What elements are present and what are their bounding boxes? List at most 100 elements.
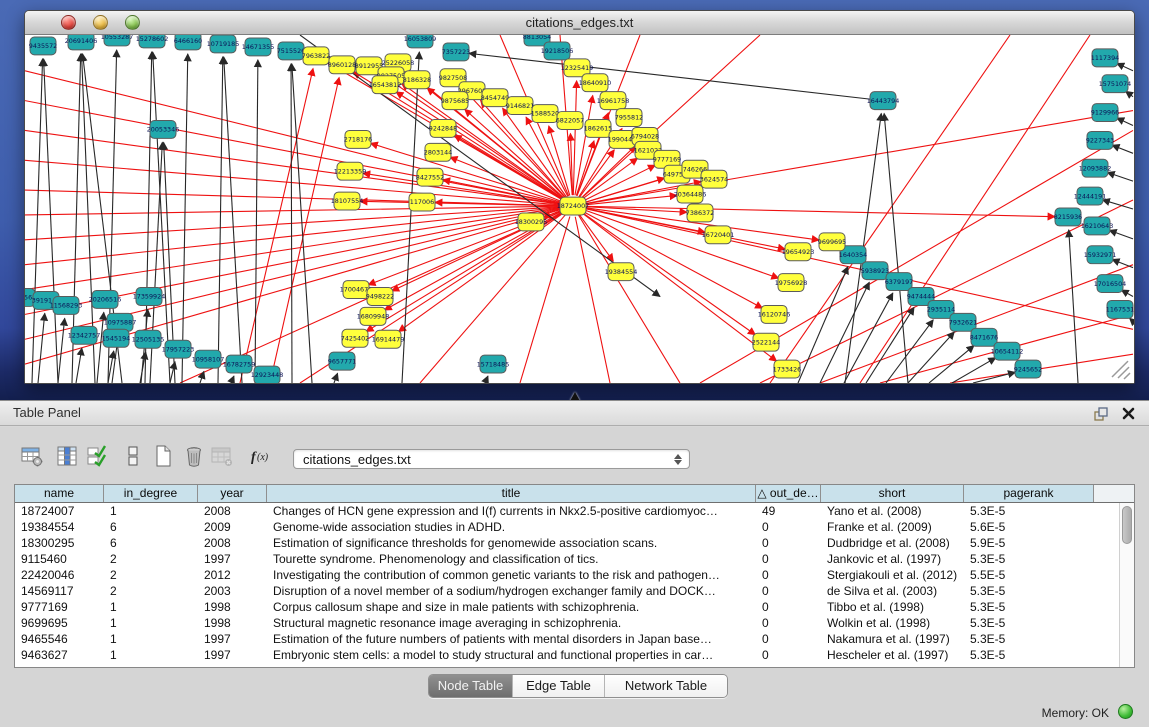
memory-ok-icon[interactable] [1118,704,1133,719]
close-panel-icon[interactable] [1121,406,1136,426]
table-row[interactable]: 1830029562008Estimation of significance … [15,535,1134,551]
cell-out_degree[interactable]: 0 [756,631,821,647]
cell-in_degree[interactable]: 1 [104,631,198,647]
window-titlebar[interactable]: citations_edges.txt [25,11,1134,35]
graph-node[interactable]: 15718485 [477,355,510,373]
network-nodes[interactable]: 9435572206914061055328715278602646616010… [25,35,1134,383]
table-row[interactable]: 946362711997Embryonic stem cells: a mode… [15,647,1134,663]
cell-year[interactable]: 2012 [198,567,267,583]
window-zoom-icon[interactable] [125,15,140,30]
graph-node[interactable]: 1117394 [1091,49,1119,67]
cell-year[interactable]: 2008 [198,535,267,551]
cell-pagerank[interactable]: 5.9E-5 [964,535,1094,551]
table-header-row[interactable]: namein_degreeyeartitle△ out_de…shortpage… [15,485,1134,503]
cell-in_degree[interactable]: 1 [104,503,198,519]
table-body[interactable]: 1872400712008Changes of HCN gene express… [15,503,1134,663]
cell-title[interactable]: Tourette syndrome. Phenomenology and cla… [267,551,756,567]
cell-pagerank[interactable]: 5.3E-5 [964,647,1094,663]
delete-icon[interactable] [181,443,207,469]
cell-title[interactable]: Investigating the contribution of common… [267,567,756,583]
cell-name[interactable]: 9699695 [15,615,104,631]
graph-node[interactable]: 16543812 [369,76,402,94]
graph-node[interactable]: 8427552 [416,168,444,186]
cell-title[interactable]: Estimation of significance thresholds fo… [267,535,756,551]
network-graph[interactable]: 9435572206914061055328715278602646616010… [25,35,1134,383]
cell-pagerank[interactable]: 5.3E-5 [964,583,1094,599]
graph-node[interactable]: 17016504 [1094,275,1127,293]
cell-pagerank[interactable]: 5.3E-5 [964,615,1094,631]
cell-pagerank[interactable]: 5.6E-5 [964,519,1094,535]
graph-node[interactable]: 19756928 [775,274,808,292]
graph-node[interactable]: 1545194 [102,329,130,347]
table-row[interactable]: 1938455462009Genome-wide association stu… [15,519,1134,535]
cell-name[interactable]: 22420046 [15,567,104,583]
graph-node[interactable]: 9129966 [1091,104,1119,122]
graph-node[interactable]: 16210643 [1081,217,1114,235]
graph-node[interactable]: 2803144 [424,143,452,161]
resize-grip-icon[interactable] [1112,361,1130,379]
cell-in_degree[interactable]: 2 [104,583,198,599]
graph-node[interactable]: 1733426 [773,360,801,378]
cell-out_degree[interactable]: 0 [756,615,821,631]
graph-node[interactable]: 8186328 [403,71,431,89]
graph-node[interactable]: 7963822 [302,47,330,65]
cell-short[interactable]: Stergiakouli et al. (2012) [821,567,964,583]
tab-edge-table[interactable]: Edge Table [513,675,605,697]
graph-node[interactable]: 9657771 [328,352,356,370]
graph-node[interactable]: 16809948 [357,307,390,325]
graph-node[interactable]: 9227343 [1086,131,1114,149]
float-panel-icon[interactable] [1093,406,1109,427]
graph-node[interactable]: 16720401 [702,226,735,244]
cell-short[interactable]: Yano et al. (2008) [821,503,964,519]
graph-node[interactable]: 16914479 [372,330,405,348]
cell-name[interactable]: 18300295 [15,535,104,551]
graph-node[interactable]: 20691406 [65,35,98,50]
table-row[interactable]: 1872400712008Changes of HCN gene express… [15,503,1134,519]
graph-node[interactable]: 10958107 [192,350,225,368]
cell-out_degree[interactable]: 0 [756,551,821,567]
graph-node[interactable]: 9498222 [366,288,394,306]
cell-short[interactable]: Franke et al. (2009) [821,519,964,535]
table-row[interactable]: 1456911722003Disruption of a novel membe… [15,583,1134,599]
window-close-icon[interactable] [61,15,76,30]
column-header-short[interactable]: short [821,485,964,502]
network-view-window[interactable]: citations_edges.txt 94355722069140610553… [24,10,1135,384]
cell-short[interactable]: Tibbo et al. (1998) [821,599,964,615]
column-header-year[interactable]: year [198,485,267,502]
column-header-name[interactable]: name [15,485,104,502]
cell-year[interactable]: 1998 [198,615,267,631]
cell-short[interactable]: Wolkin et al. (1998) [821,615,964,631]
graph-node[interactable]: 17359924 [133,288,166,306]
cell-short[interactable]: Dudbridge et al. (2008) [821,535,964,551]
graph-node[interactable]: 9875685 [441,92,469,110]
graph-node[interactable]: 14671355 [242,38,275,56]
graph-node[interactable]: 16053809 [404,35,437,48]
graph-node[interactable]: 10975887 [104,313,137,331]
cell-short[interactable]: Jankovic et al. (1997) [821,551,964,567]
graph-node[interactable]: 12444191 [1074,187,1107,205]
graph-node[interactable]: 8960128 [328,56,356,74]
cell-in_degree[interactable]: 2 [104,567,198,583]
graph-node[interactable]: 18640910 [579,74,612,92]
function-builder-icon[interactable]: f(x) [248,443,274,469]
delete-table-icon[interactable] [209,443,235,469]
cell-pagerank[interactable]: 5.5E-5 [964,567,1094,583]
row-height-icon[interactable] [120,443,146,469]
graph-node[interactable]: 9699695 [818,233,846,251]
network-canvas[interactable]: 9435572206914061055328715278602646616010… [25,35,1134,383]
graph-node[interactable]: 12213359 [334,162,367,180]
cell-year[interactable]: 1997 [198,631,267,647]
graph-node[interactable]: 117006 [409,193,435,211]
cell-out_degree[interactable]: 0 [756,583,821,599]
window-minimize-icon[interactable] [93,15,108,30]
column-header-pagerank[interactable]: pagerank [964,485,1094,502]
table-settings-icon[interactable] [19,443,45,469]
graph-node[interactable]: 20053346 [147,121,180,139]
cell-out_degree[interactable]: 49 [756,503,821,519]
graph-node[interactable]: 6822057 [556,112,584,130]
cell-out_degree[interactable]: 0 [756,535,821,551]
graph-node[interactable]: 2522144 [752,333,780,351]
cell-name[interactable]: 9463627 [15,647,104,663]
graph-node[interactable]: 7357223 [442,43,470,61]
graph-node[interactable]: 18300295 [515,213,548,231]
